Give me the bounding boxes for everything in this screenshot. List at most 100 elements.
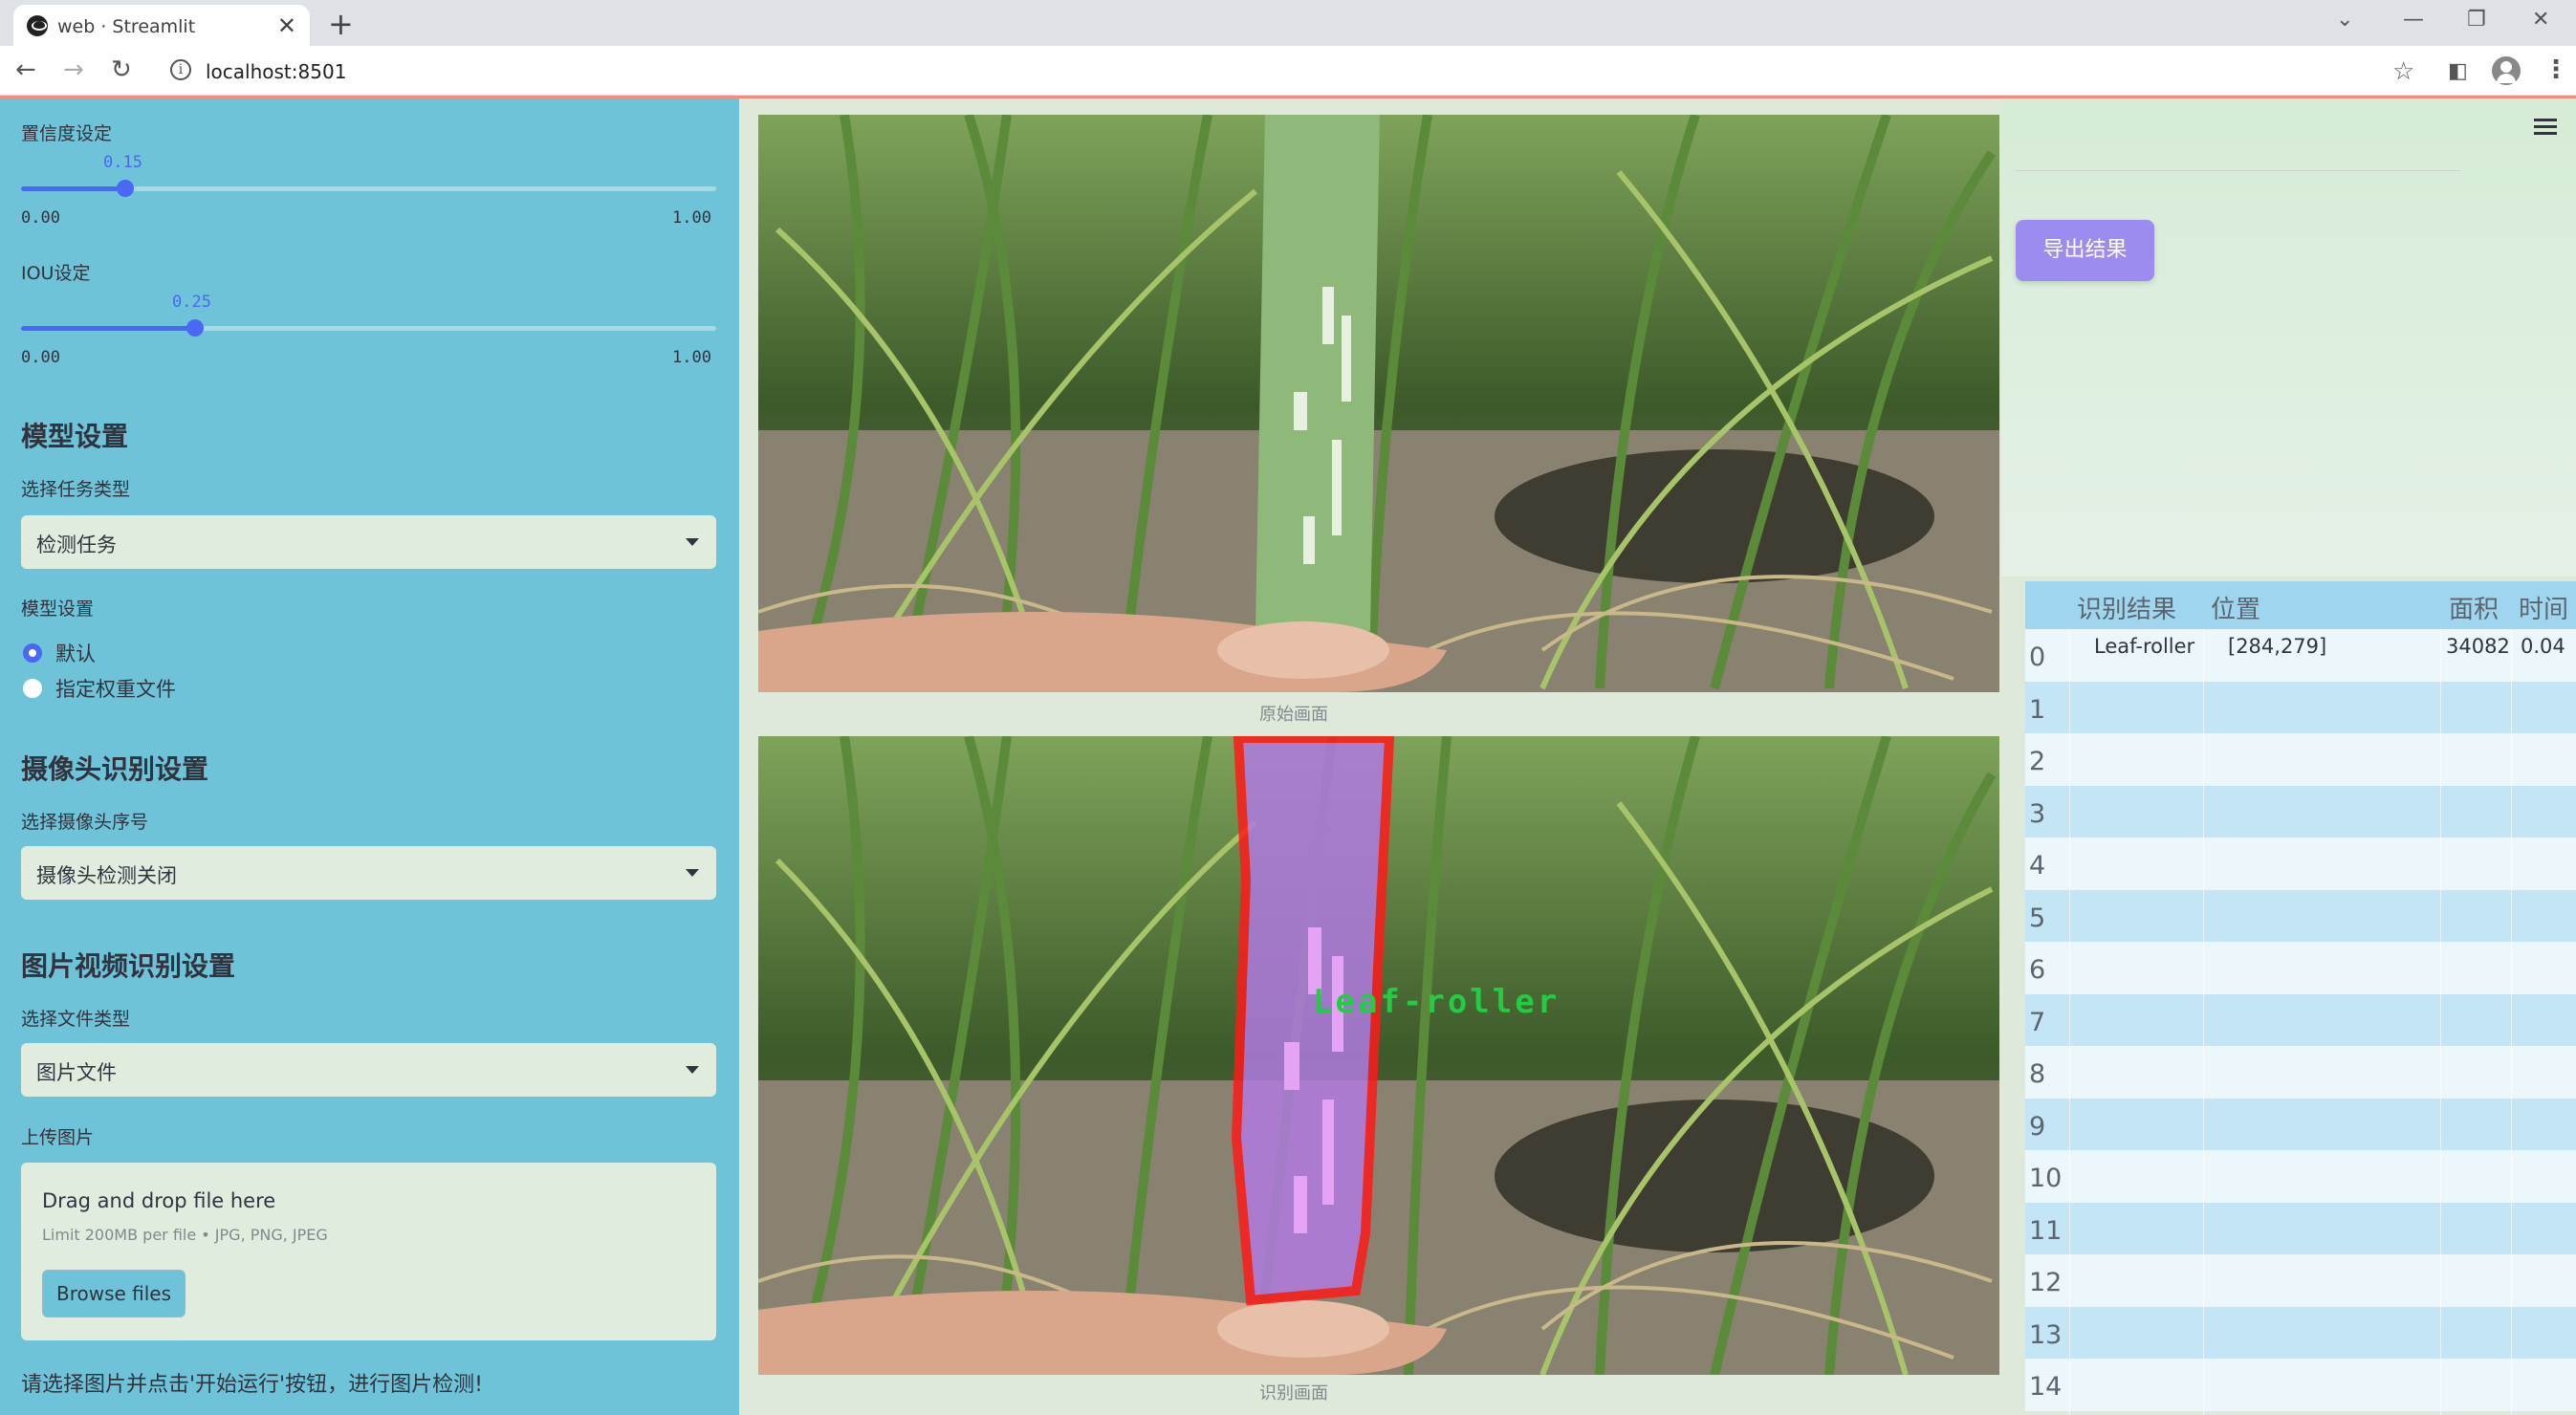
table-row[interactable]: 14 — [2025, 1359, 2576, 1411]
media-settings-heading: 图片视频识别设置 — [21, 950, 236, 982]
file-type-value: 图片文件 — [36, 1061, 117, 1084]
tab-search-chevron-icon[interactable]: ⌄ — [2336, 8, 2353, 32]
upload-label: 上传图片 — [21, 1127, 95, 1148]
table-row[interactable]: 1 — [2025, 681, 2576, 733]
camera-index-select[interactable]: 摄像头检测关闭 — [21, 846, 716, 900]
divider — [2016, 170, 2460, 171]
uploader-limit: Limit 200MB per file • JPG, PNG, JPEG — [42, 1226, 328, 1244]
profile-avatar-icon[interactable] — [2492, 56, 2521, 85]
row-index: 7 — [2029, 1007, 2046, 1037]
row-index: 8 — [2029, 1059, 2046, 1089]
iou-value: 0.25 — [172, 293, 211, 312]
side-panel-icon[interactable]: ◧ — [2448, 59, 2468, 83]
forward-icon[interactable]: → — [63, 55, 84, 84]
close-tab-icon[interactable]: ✕ — [277, 12, 296, 39]
table-row[interactable]: 3 — [2025, 785, 2576, 838]
site-info-icon[interactable]: i — [170, 59, 191, 80]
row-index: 5 — [2029, 903, 2046, 933]
export-results-button[interactable]: 导出结果 — [2016, 220, 2154, 281]
detection-label: Leaf-roller — [1313, 983, 1561, 1021]
file-type-select[interactable]: 图片文件 — [21, 1043, 716, 1097]
task-type-value: 检测任务 — [36, 533, 117, 556]
bookmark-star-icon[interactable]: ☆ — [2392, 57, 2414, 86]
reload-icon[interactable]: ↻ — [111, 55, 132, 84]
confidence-label: 置信度设定 — [21, 123, 113, 144]
row-index: 10 — [2029, 1164, 2063, 1193]
row-index: 6 — [2029, 955, 2046, 985]
radio-default-label: 默认 — [55, 642, 96, 665]
model-settings-label: 模型设置 — [21, 599, 95, 620]
browse-files-button[interactable]: Browse files — [42, 1270, 186, 1317]
row-index: 2 — [2029, 747, 2046, 776]
window-close-icon[interactable]: ✕ — [2532, 8, 2549, 32]
url-text: localhost:8501 — [206, 60, 347, 83]
radio-custom-weights-label: 指定权重文件 — [55, 678, 176, 701]
original-image-caption: 原始画面 — [1259, 705, 1328, 725]
confidence-slider-fill — [21, 186, 126, 191]
streamlit-menu-icon[interactable] — [2534, 119, 2557, 136]
minimize-icon[interactable]: — — [2403, 8, 2424, 32]
iou-min: 0.00 — [21, 348, 60, 367]
confidence-slider-thumb[interactable] — [117, 180, 135, 197]
column-divider — [2511, 629, 2512, 1415]
address-bar[interactable]: i localhost:8501 — [163, 52, 2410, 90]
chevron-down-icon — [686, 538, 699, 546]
browser-tab[interactable]: web · Streamlit ✕ — [13, 5, 310, 46]
confidence-max: 1.00 — [672, 208, 711, 228]
back-icon[interactable]: ← — [15, 55, 36, 84]
column-divider — [2440, 629, 2441, 1415]
row-index: 14 — [2029, 1372, 2063, 1402]
table-row[interactable]: 8 — [2025, 1046, 2576, 1099]
table-row[interactable]: 13 — [2025, 1306, 2576, 1359]
table-row[interactable]: 10 — [2025, 1150, 2576, 1203]
table-row[interactable]: 0 Leaf-roller [284,279] 34082 0.04 — [2025, 629, 2576, 682]
table-row[interactable]: 6 — [2025, 942, 2576, 994]
header-position[interactable]: 位置 — [2211, 590, 2260, 625]
radio-custom-weights[interactable] — [23, 679, 42, 698]
camera-index-value: 摄像头检测关闭 — [36, 864, 177, 887]
iou-slider[interactable] — [21, 319, 716, 337]
header-result[interactable]: 识别结果 — [2077, 590, 2176, 625]
cell-result: Leaf-roller — [2094, 635, 2195, 658]
iou-slider-thumb[interactable] — [186, 319, 204, 337]
row-index: 13 — [2029, 1319, 2063, 1350]
restore-icon[interactable]: ❐ — [2467, 8, 2486, 32]
chevron-down-icon — [686, 1066, 699, 1074]
header-time[interactable]: 时间 — [2519, 590, 2568, 625]
detected-image: Leaf-roller — [758, 736, 1999, 1375]
table-row[interactable]: 12 — [2025, 1254, 2576, 1307]
column-divider — [2203, 629, 2204, 1415]
sidebar-hint: 请选择图片并点击'开始运行'按钮，进行图片检测! — [21, 1373, 483, 1397]
confidence-value: 0.15 — [103, 153, 142, 172]
browser-menu-icon[interactable]: ⋮ — [2543, 55, 2568, 84]
row-index: 3 — [2029, 798, 2046, 829]
table-row[interactable]: 4 — [2025, 838, 2576, 890]
iou-slider-fill — [21, 326, 195, 331]
task-type-select[interactable]: 检测任务 — [21, 515, 716, 569]
camera-index-label: 选择摄像头序号 — [21, 812, 149, 833]
file-type-label: 选择文件类型 — [21, 1009, 131, 1030]
browser-tabbar: web · Streamlit ✕ + ⌄ — ❐ ✕ — [0, 0, 2576, 46]
tab-title: web · Streamlit — [57, 16, 196, 37]
row-index: 9 — [2029, 1111, 2046, 1142]
confidence-min: 0.00 — [21, 208, 60, 228]
task-type-label: 选择任务类型 — [21, 479, 131, 500]
original-image — [758, 115, 1999, 692]
new-tab-icon[interactable]: + — [328, 6, 354, 42]
table-row[interactable]: 2 — [2025, 733, 2576, 786]
chevron-down-icon — [686, 869, 699, 877]
model-settings-heading: 模型设置 — [21, 421, 129, 452]
radio-default[interactable] — [23, 643, 42, 663]
header-area[interactable]: 面积 — [2449, 590, 2499, 625]
row-index: 12 — [2029, 1268, 2063, 1297]
table-row[interactable]: 5 — [2025, 889, 2576, 942]
iou-max: 1.00 — [672, 348, 711, 367]
browser-toolbar: ← → ↻ i localhost:8501 ☆ ◧ ⋮ — [0, 46, 2576, 96]
confidence-slider[interactable] — [21, 180, 716, 197]
table-row[interactable]: 7 — [2025, 993, 2576, 1046]
original-image-scene — [758, 115, 1999, 692]
table-row[interactable]: 11 — [2025, 1202, 2576, 1254]
table-row[interactable]: 9 — [2025, 1098, 2576, 1150]
cell-area: 34082 — [2446, 635, 2510, 658]
file-uploader-dropzone[interactable]: Drag and drop file here Limit 200MB per … — [21, 1163, 716, 1340]
